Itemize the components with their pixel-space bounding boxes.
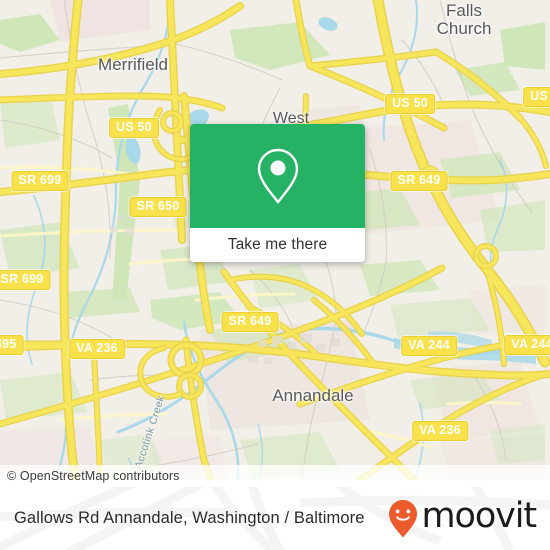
place-label-annandale: Annandale [272, 386, 354, 405]
footer-bar: Gallows Rd Annandale, Washington / Balti… [0, 487, 550, 550]
road-shield: SR 650 [129, 197, 187, 217]
road-shield-label: US 50 [392, 96, 428, 110]
road-shield: US 50 [523, 87, 550, 107]
place-label-line: Falls [446, 1, 482, 20]
road-shield: US 50 [385, 94, 435, 114]
place-label-falls-church: Falls Church [437, 2, 492, 38]
map-pin-icon [257, 148, 298, 204]
page-title: Gallows Rd Annandale, Washington / Balti… [14, 487, 364, 550]
road-shield-label: SR 699 [0, 272, 44, 286]
road-shield: VA 236 [69, 339, 125, 359]
take-me-there-label: Take me there [227, 236, 328, 253]
road-shield-label: SR 699 [18, 173, 62, 187]
moovit-pin-icon [388, 499, 417, 537]
location-popup-card[interactable]: Take me there [190, 124, 365, 262]
moovit-logo[interactable]: moovit [388, 487, 538, 550]
road-shield: SR 699 [11, 171, 69, 191]
road-shield: VA 244 [401, 336, 457, 356]
road-shield-label: I 495 [0, 337, 17, 351]
moovit-wordmark: moovit [421, 496, 538, 536]
road-shield-label: SR 649 [228, 314, 272, 328]
road-shield: VA 236 [412, 421, 468, 441]
road-shield-label: SR 649 [397, 173, 441, 187]
caption-text: Gallows Rd Annandale, Washington / Balti… [14, 509, 365, 527]
screenshot-root: .rdcase{stroke:#e8d24a;fill:none;stroke-… [0, 0, 550, 550]
road-shield: I 495 [0, 335, 24, 355]
osm-attribution-text: © OpenStreetMap contributors [7, 469, 180, 483]
road-shield: SR 699 [0, 270, 51, 290]
road-shield-label: VA 236 [419, 423, 461, 437]
road-shield: SR 649 [221, 312, 279, 332]
popup-image-area [190, 124, 365, 228]
road-shield-label: VA 244 [408, 338, 450, 352]
place-label-merrifield: Merrifield [98, 55, 168, 74]
road-shield-label: SR 650 [136, 199, 180, 213]
osm-attribution-bar: © OpenStreetMap contributors [0, 465, 550, 487]
road-shield: VA 244 [504, 335, 550, 355]
take-me-there-button[interactable]: Take me there [190, 228, 365, 262]
road-shield-label: VA 244 [511, 337, 550, 351]
road-shield: US 50 [109, 118, 159, 138]
place-label-line: Church [436, 18, 492, 38]
road-shield: SR 649 [390, 171, 448, 191]
road-shield-label: US 50 [530, 89, 550, 103]
road-shield-label: US 50 [116, 120, 152, 134]
road-shield-label: VA 236 [76, 341, 118, 355]
